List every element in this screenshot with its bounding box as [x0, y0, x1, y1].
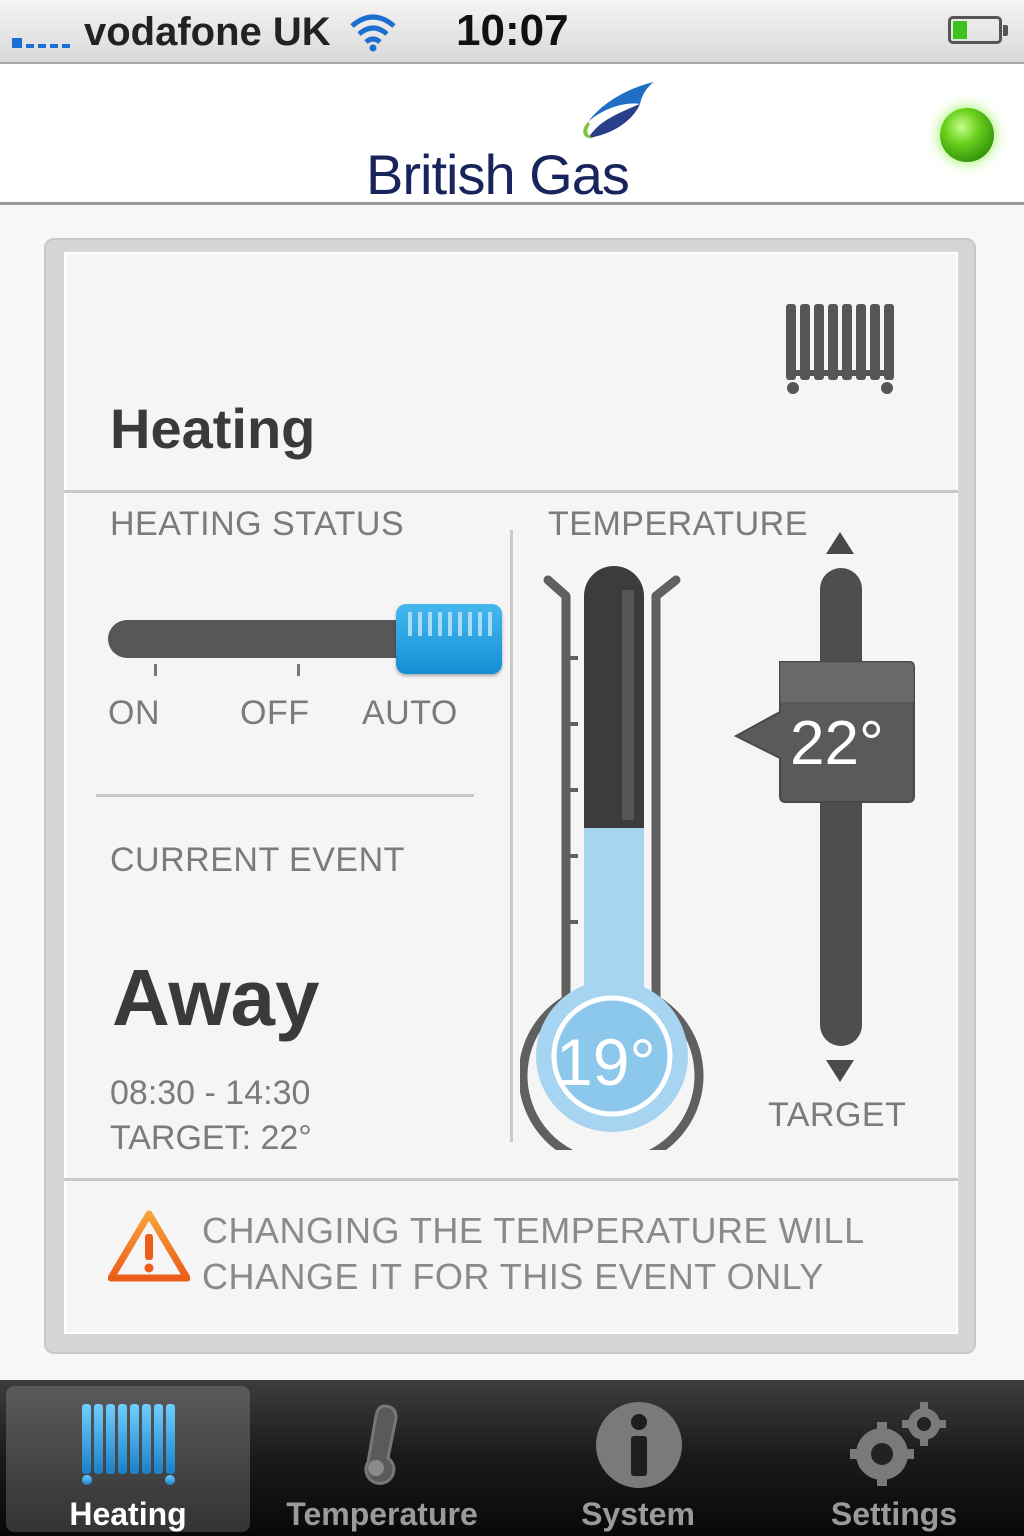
- radiator-icon: [786, 304, 894, 394]
- current-event-label: CURRENT EVENT: [110, 841, 405, 879]
- british-gas-logo-icon: [583, 82, 654, 139]
- heating-status-option-off[interactable]: OFF: [240, 694, 309, 733]
- warning-divider: [64, 1178, 958, 1181]
- target-temperature-value[interactable]: 22°: [790, 708, 884, 779]
- warning-message: CHANGING THE TEMPERATURE WILL CHANGE IT …: [202, 1208, 865, 1300]
- app-header: British Gas: [0, 64, 1024, 206]
- tab-system[interactable]: System: [516, 1386, 760, 1532]
- clock: 10:07: [456, 6, 569, 55]
- current-event-name: Away: [112, 953, 320, 1042]
- tab-label: System: [581, 1496, 695, 1532]
- thermometer-icon: [364, 1404, 398, 1485]
- carrier-name: vodafone UK: [84, 10, 331, 54]
- warning-line-1: CHANGING THE TEMPERATURE WILL: [202, 1210, 865, 1251]
- target-down-arrow-icon: [826, 1060, 854, 1082]
- heating-status-option-auto[interactable]: AUTO: [362, 694, 458, 733]
- slider-tick: [297, 664, 300, 676]
- tab-bar: Heating Temperature System Settings: [0, 1380, 1024, 1536]
- connection-status-indicator: [940, 108, 994, 162]
- gears-icon: [850, 1402, 946, 1486]
- brand-name: British Gas: [366, 143, 630, 206]
- section-divider: [64, 490, 958, 493]
- tab-settings[interactable]: Settings: [772, 1386, 1016, 1532]
- current-temperature: 19°: [556, 1025, 656, 1099]
- tab-heating[interactable]: Heating: [6, 1386, 250, 1532]
- signal-strength-icon: [12, 38, 72, 48]
- radiator-icon: [82, 1404, 175, 1485]
- warning-icon: [108, 1210, 190, 1282]
- slider-tick: [154, 664, 157, 676]
- target-label: TARGET: [768, 1096, 907, 1134]
- tab-label: Settings: [830, 1496, 958, 1532]
- target-temperature-slider[interactable]: [734, 532, 924, 1092]
- warning-line-2: CHANGE IT FOR THIS EVENT ONLY: [202, 1256, 824, 1297]
- status-event-divider: [96, 794, 474, 797]
- tab-label: Temperature: [286, 1496, 478, 1532]
- tab-label: Heating: [69, 1496, 187, 1532]
- heating-status-slider-knob[interactable]: [396, 604, 502, 674]
- card-title: Heating: [110, 397, 316, 460]
- wifi-icon: [350, 14, 396, 52]
- battery-icon: [948, 16, 1008, 44]
- column-divider: [510, 530, 513, 1142]
- heating-status-label: HEATING STATUS: [110, 505, 405, 543]
- heating-status-option-on[interactable]: ON: [108, 694, 160, 733]
- current-event-target: TARGET: 22°: [110, 1119, 312, 1157]
- status-bar: vodafone UK 10:07: [0, 0, 1024, 64]
- info-icon: [596, 1402, 682, 1488]
- target-up-arrow-icon: [826, 532, 854, 554]
- tab-temperature[interactable]: Temperature: [260, 1386, 504, 1532]
- current-event-time: 08:30 - 14:30: [110, 1074, 311, 1112]
